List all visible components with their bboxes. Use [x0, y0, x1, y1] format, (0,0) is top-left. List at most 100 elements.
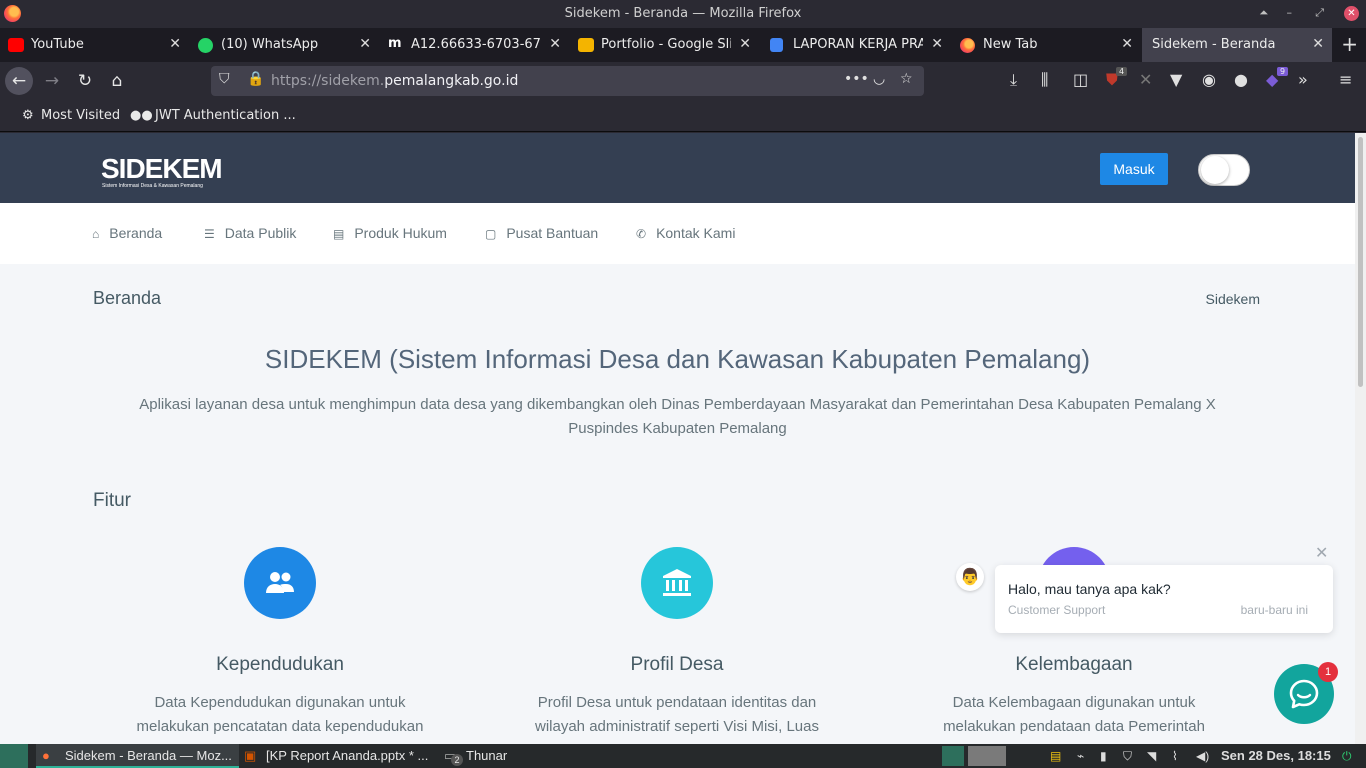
tab-close-icon[interactable]: ✕ [931, 36, 943, 52]
url-text[interactable]: https://sidekem.pemalangkab.go.id [271, 73, 518, 89]
workspace-1-icon[interactable] [942, 746, 964, 766]
tab-label: New Tab [983, 37, 1038, 52]
feature-profil-desa[interactable]: Profil Desa Profil Desa untuk pendataan … [527, 547, 827, 744]
volume-icon[interactable]: ◀) [1196, 749, 1209, 763]
main-menu: ⌂ Beranda ☰ Data Publik ▤ Produk Hukum ▢ Pus… [0, 203, 1355, 264]
tab-close-icon[interactable]: ✕ [739, 36, 751, 52]
new-tab-button[interactable]: + [1341, 32, 1358, 56]
navigation-toolbar: ← → ↻ ⌂ ⛉ 🔒 https://sidekem.pemalangkab.… [0, 62, 1366, 100]
tab-google-slides[interactable]: Portfolio - Google Slides ✕ [570, 28, 759, 62]
chat-time: baru-baru ini [1240, 603, 1308, 617]
menu-produk-hukum[interactable]: ▤ Produk Hukum [333, 225, 447, 241]
wifi-icon[interactable]: ◥ [1147, 749, 1156, 763]
menu-kontak-kami[interactable]: ✆ Kontak Kami [636, 225, 735, 241]
taskbar-item-thunar[interactable]: Thunar [466, 748, 507, 763]
downloads-icon[interactable]: ⤓ [1010, 70, 1017, 90]
vpn-extension-icon[interactable]: ▼ [1170, 70, 1182, 89]
site-header: SIDEKEM Sistem Informasi Desa & Kawasan … [0, 133, 1355, 203]
shield-icon[interactable]: ⛉ [219, 71, 230, 87]
menu-pusat-bantuan[interactable]: ▢ Pusat Bantuan [485, 225, 598, 241]
page-actions-icon[interactable]: ••• [844, 71, 869, 87]
start-menu-icon[interactable] [0, 744, 28, 768]
hero-subtitle: Aplikasi layanan desa untuk menghimpun d… [139, 396, 1216, 437]
scroll-thumb[interactable] [1358, 137, 1363, 387]
chat-bubble-icon [1289, 679, 1319, 709]
moodle-icon: m [388, 36, 402, 51]
sidebar-icon[interactable]: ◫ [1073, 70, 1088, 89]
gear-icon: ⚙ [22, 108, 34, 123]
tab-close-icon[interactable]: ✕ [1121, 36, 1133, 52]
hamburger-menu-icon[interactable]: ≡ [1339, 70, 1352, 89]
tab-youtube[interactable]: YouTube ✕ [0, 28, 189, 62]
close-window-button[interactable]: ✕ [1344, 6, 1359, 21]
site-logo[interactable]: SIDEKEM Sistem Informasi Desa & Kawasan … [101, 153, 223, 189]
features-heading: Fitur [93, 490, 131, 511]
menu-data-publik[interactable]: ☰ Data Publik [204, 225, 296, 241]
keep-above-icon[interactable]: ⏶ [1259, 6, 1268, 20]
account-icon[interactable]: ● [1234, 70, 1248, 89]
tab-close-icon[interactable]: ✕ [549, 36, 561, 52]
tab-close-icon[interactable]: ✕ [1312, 36, 1324, 52]
menu-beranda[interactable]: ⌂ Beranda [92, 225, 162, 241]
forward-button[interactable]: → [38, 67, 66, 95]
notes-icon[interactable]: ▤ [1050, 749, 1061, 763]
clipboard-icon[interactable]: ▮ [1100, 749, 1107, 763]
feature-description: Data Kependudukan digunakan untuk melaku… [136, 694, 424, 744]
reload-button[interactable]: ↻ [71, 67, 99, 95]
security-shield-icon[interactable]: ⛉ [1123, 749, 1132, 764]
medium-icon: ●● [130, 108, 153, 123]
extension-count-badge: 9 [1277, 67, 1289, 76]
web-page: SIDEKEM Sistem Informasi Desa & Kawasan … [0, 133, 1355, 744]
workspace-2-icon[interactable] [968, 746, 1006, 766]
owl-extension-icon[interactable]: ◉ [1202, 70, 1216, 89]
tab-label: Portfolio - Google Slides [601, 37, 731, 52]
clock[interactable]: Sen 28 Des, 18:15 [1221, 748, 1331, 763]
taskbar-item-pptx[interactable]: [KP Report Ananda.pptx * ... [266, 748, 428, 763]
chat-close-icon[interactable]: ✕ [1315, 543, 1328, 562]
back-button[interactable]: ← [5, 67, 33, 95]
taskbar-item-firefox[interactable]: Sidekem - Beranda — Moz... [65, 748, 232, 763]
maximize-button[interactable]: ⤢ [1315, 6, 1324, 20]
document-icon: ▤ [333, 227, 345, 241]
overflow-chevron-icon[interactable]: » [1298, 70, 1308, 89]
bookmark-most-visited[interactable]: Most Visited [41, 108, 120, 123]
feature-kependudukan[interactable]: Kependudukan Data Kependudukan digunakan… [130, 547, 430, 744]
phone-icon: ✆ [636, 227, 647, 241]
tab-new-tab[interactable]: New Tab ✕ [952, 28, 1141, 62]
attachment-icon[interactable]: ⌇ [1172, 749, 1178, 763]
tab-close-icon[interactable]: ✕ [359, 36, 371, 52]
thunar-window-count: 2 [451, 754, 463, 766]
home-button[interactable]: ⌂ [103, 67, 131, 95]
page-scrollbar[interactable] [1355, 133, 1366, 744]
chat-popup[interactable]: Halo, mau tanya apa kak? Customer Suppor… [995, 565, 1333, 633]
bookmark-jwt[interactable]: JWT Authentication ... [155, 108, 296, 123]
url-bar[interactable]: ⛉ 🔒 https://sidekem.pemalangkab.go.id ••… [211, 66, 924, 96]
tab-sidekem[interactable]: Sidekem - Beranda ✕ [1142, 28, 1332, 62]
feature-title: Profil Desa [630, 654, 724, 675]
power-icon[interactable]: ⏻ [1342, 749, 1352, 764]
feature-description: Data Kelembagaan digunakan untuk melakuk… [941, 694, 1207, 744]
chat-sender: Customer Support [1008, 603, 1106, 617]
feature-title: Kelembagaan [1015, 654, 1133, 675]
lock-icon[interactable]: 🔒 [247, 71, 264, 87]
pocket-icon[interactable]: ◡ [873, 71, 885, 87]
tab-moodle[interactable]: m A12.66633-6703-6704 ✕ [380, 28, 569, 62]
users-icon [244, 547, 316, 619]
toggle-knob [1201, 156, 1229, 184]
database-icon: ☰ [204, 227, 215, 241]
youtube-icon [8, 38, 24, 52]
tab-google-docs[interactable]: LAPORAN KERJA PRAKTIK ✕ [762, 28, 951, 62]
tab-whatsapp[interactable]: (10) WhatsApp ✕ [190, 28, 379, 62]
minimize-button[interactable]: – [1287, 6, 1293, 19]
library-icon[interactable]: ⫼ [1041, 70, 1048, 90]
tab-label: YouTube [31, 37, 84, 52]
theme-toggle[interactable] [1198, 154, 1250, 186]
ublock-count-badge: 4 [1116, 67, 1128, 76]
x-extension-icon[interactable]: ✕ [1139, 70, 1152, 89]
breadcrumb[interactable]: Sidekem [1206, 291, 1260, 307]
tab-close-icon[interactable]: ✕ [169, 36, 181, 52]
login-button[interactable]: Masuk [1100, 153, 1168, 185]
support-avatar: 👨 [956, 563, 984, 591]
bookmark-star-icon[interactable]: ☆ [900, 71, 913, 87]
network-off-icon[interactable]: ⌁ [1077, 749, 1084, 763]
